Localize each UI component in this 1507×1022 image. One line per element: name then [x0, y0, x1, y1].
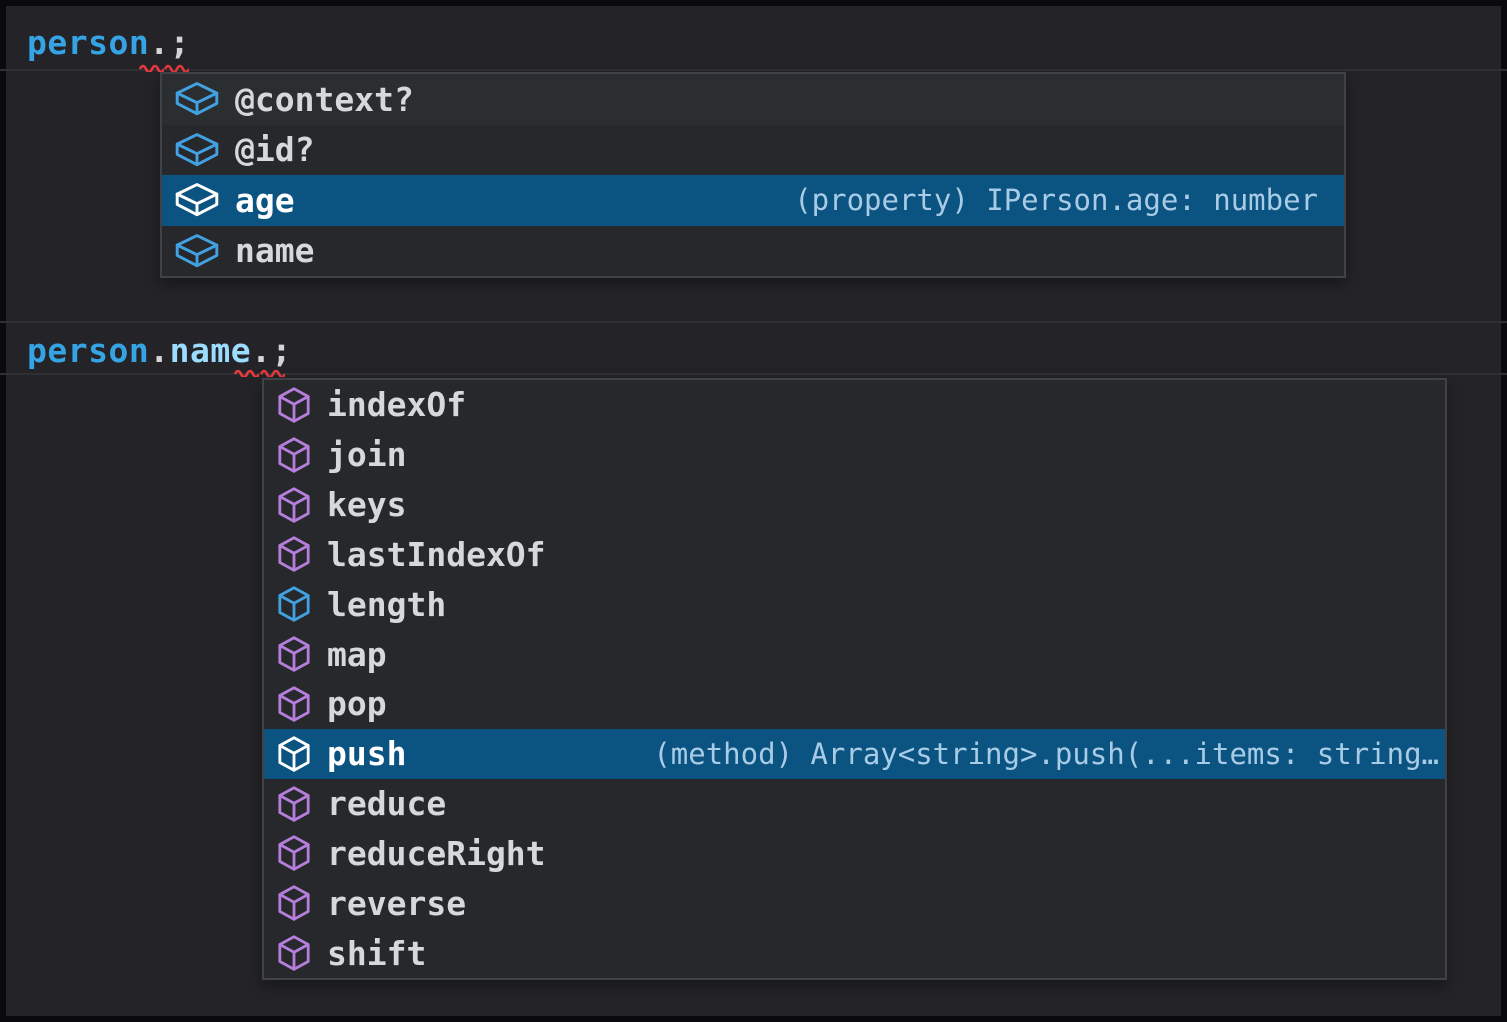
symbol-method-icon: [277, 785, 311, 823]
code-line-2[interactable]: person.name.;: [27, 332, 292, 370]
suggest-item-label: push: [327, 734, 406, 773]
suggest-item[interactable]: pop: [264, 679, 1445, 729]
suggest-item[interactable]: indexOf: [264, 380, 1445, 430]
token-dot: .: [251, 331, 271, 370]
suggest-item[interactable]: name: [162, 226, 1344, 277]
symbol-field-icon: [175, 132, 219, 168]
suggest-item-detail: (property) IPerson.age: number: [794, 183, 1344, 217]
symbol-method-icon: [277, 884, 311, 922]
symbol-method-icon: [277, 685, 311, 723]
suggest-item[interactable]: reduceRight: [264, 828, 1445, 878]
symbol-method-icon: [277, 934, 311, 972]
suggest-item[interactable]: reduce: [264, 779, 1445, 829]
token-dot: .: [149, 23, 169, 62]
symbol-method-icon: [277, 535, 311, 573]
token-semicolon: ;: [271, 331, 291, 370]
suggest-item[interactable]: push (method) Array<string>.push(...item…: [264, 729, 1445, 779]
suggest-item-label: map: [327, 635, 387, 674]
suggest-item-label: @context?: [235, 80, 414, 119]
suggest-item[interactable]: @id?: [162, 125, 1344, 176]
suggest-item[interactable]: keys: [264, 480, 1445, 530]
line-highlight-border: [0, 373, 1507, 375]
suggest-item[interactable]: lastIndexOf: [264, 529, 1445, 579]
suggest-item-label: age: [235, 181, 295, 220]
suggest-item-label: lastIndexOf: [327, 535, 546, 574]
token-variable: person: [27, 331, 149, 370]
token-property: name: [170, 331, 251, 370]
symbol-method-icon: [277, 834, 311, 872]
symbol-method-icon: [277, 635, 311, 673]
line-highlight-border: [0, 321, 1507, 323]
token-variable: person: [27, 23, 149, 62]
suggest-item-detail: (method) Array<string>.push(...items: st…: [653, 737, 1445, 771]
suggest-item-label: reduceRight: [327, 834, 546, 873]
suggest-item-label: shift: [327, 934, 426, 973]
error-squiggle-icon: [164, 62, 189, 72]
line-highlight-border: [0, 69, 1507, 71]
token-semicolon: ;: [170, 23, 190, 62]
suggest-item[interactable]: age (property) IPerson.age: number: [162, 175, 1344, 226]
error-squiggle-icon: [234, 367, 259, 377]
error-squiggle-icon: [260, 367, 285, 377]
suggest-item-label: keys: [327, 485, 406, 524]
suggest-item-label: length: [327, 585, 446, 624]
suggest-item-label: join: [327, 435, 406, 474]
symbol-field-icon: [175, 182, 219, 218]
suggest-item-label: reverse: [327, 884, 466, 923]
suggest-item[interactable]: shift: [264, 928, 1445, 978]
symbol-field-icon: [175, 233, 219, 269]
error-squiggle-icon: [139, 62, 164, 72]
symbol-method-icon: [277, 486, 311, 524]
suggest-item[interactable]: join: [264, 430, 1445, 480]
symbol-method-icon: [277, 735, 311, 773]
suggest-item-label: name: [235, 231, 314, 270]
suggest-item[interactable]: map: [264, 629, 1445, 679]
token-dot: .: [149, 331, 169, 370]
suggest-widget-members-of-person: @context? @id? age (property) IPerson.ag…: [160, 72, 1346, 278]
symbol-method-icon: [277, 386, 311, 424]
suggest-item-label: reduce: [327, 784, 446, 823]
suggest-item[interactable]: reverse: [264, 878, 1445, 928]
suggest-widget-members-of-string: indexOf join keys: [262, 378, 1447, 980]
suggest-item-label: pop: [327, 684, 387, 723]
suggest-item[interactable]: @context?: [162, 74, 1344, 125]
code-editor[interactable]: person.; @context? @id?: [0, 0, 1507, 1022]
suggest-item-label: @id?: [235, 130, 314, 169]
suggest-item[interactable]: length: [264, 579, 1445, 629]
code-line-1[interactable]: person.;: [27, 24, 190, 62]
suggest-item-label: indexOf: [327, 385, 466, 424]
symbol-property-icon: [277, 585, 311, 623]
symbol-method-icon: [277, 436, 311, 474]
symbol-field-icon: [175, 81, 219, 117]
